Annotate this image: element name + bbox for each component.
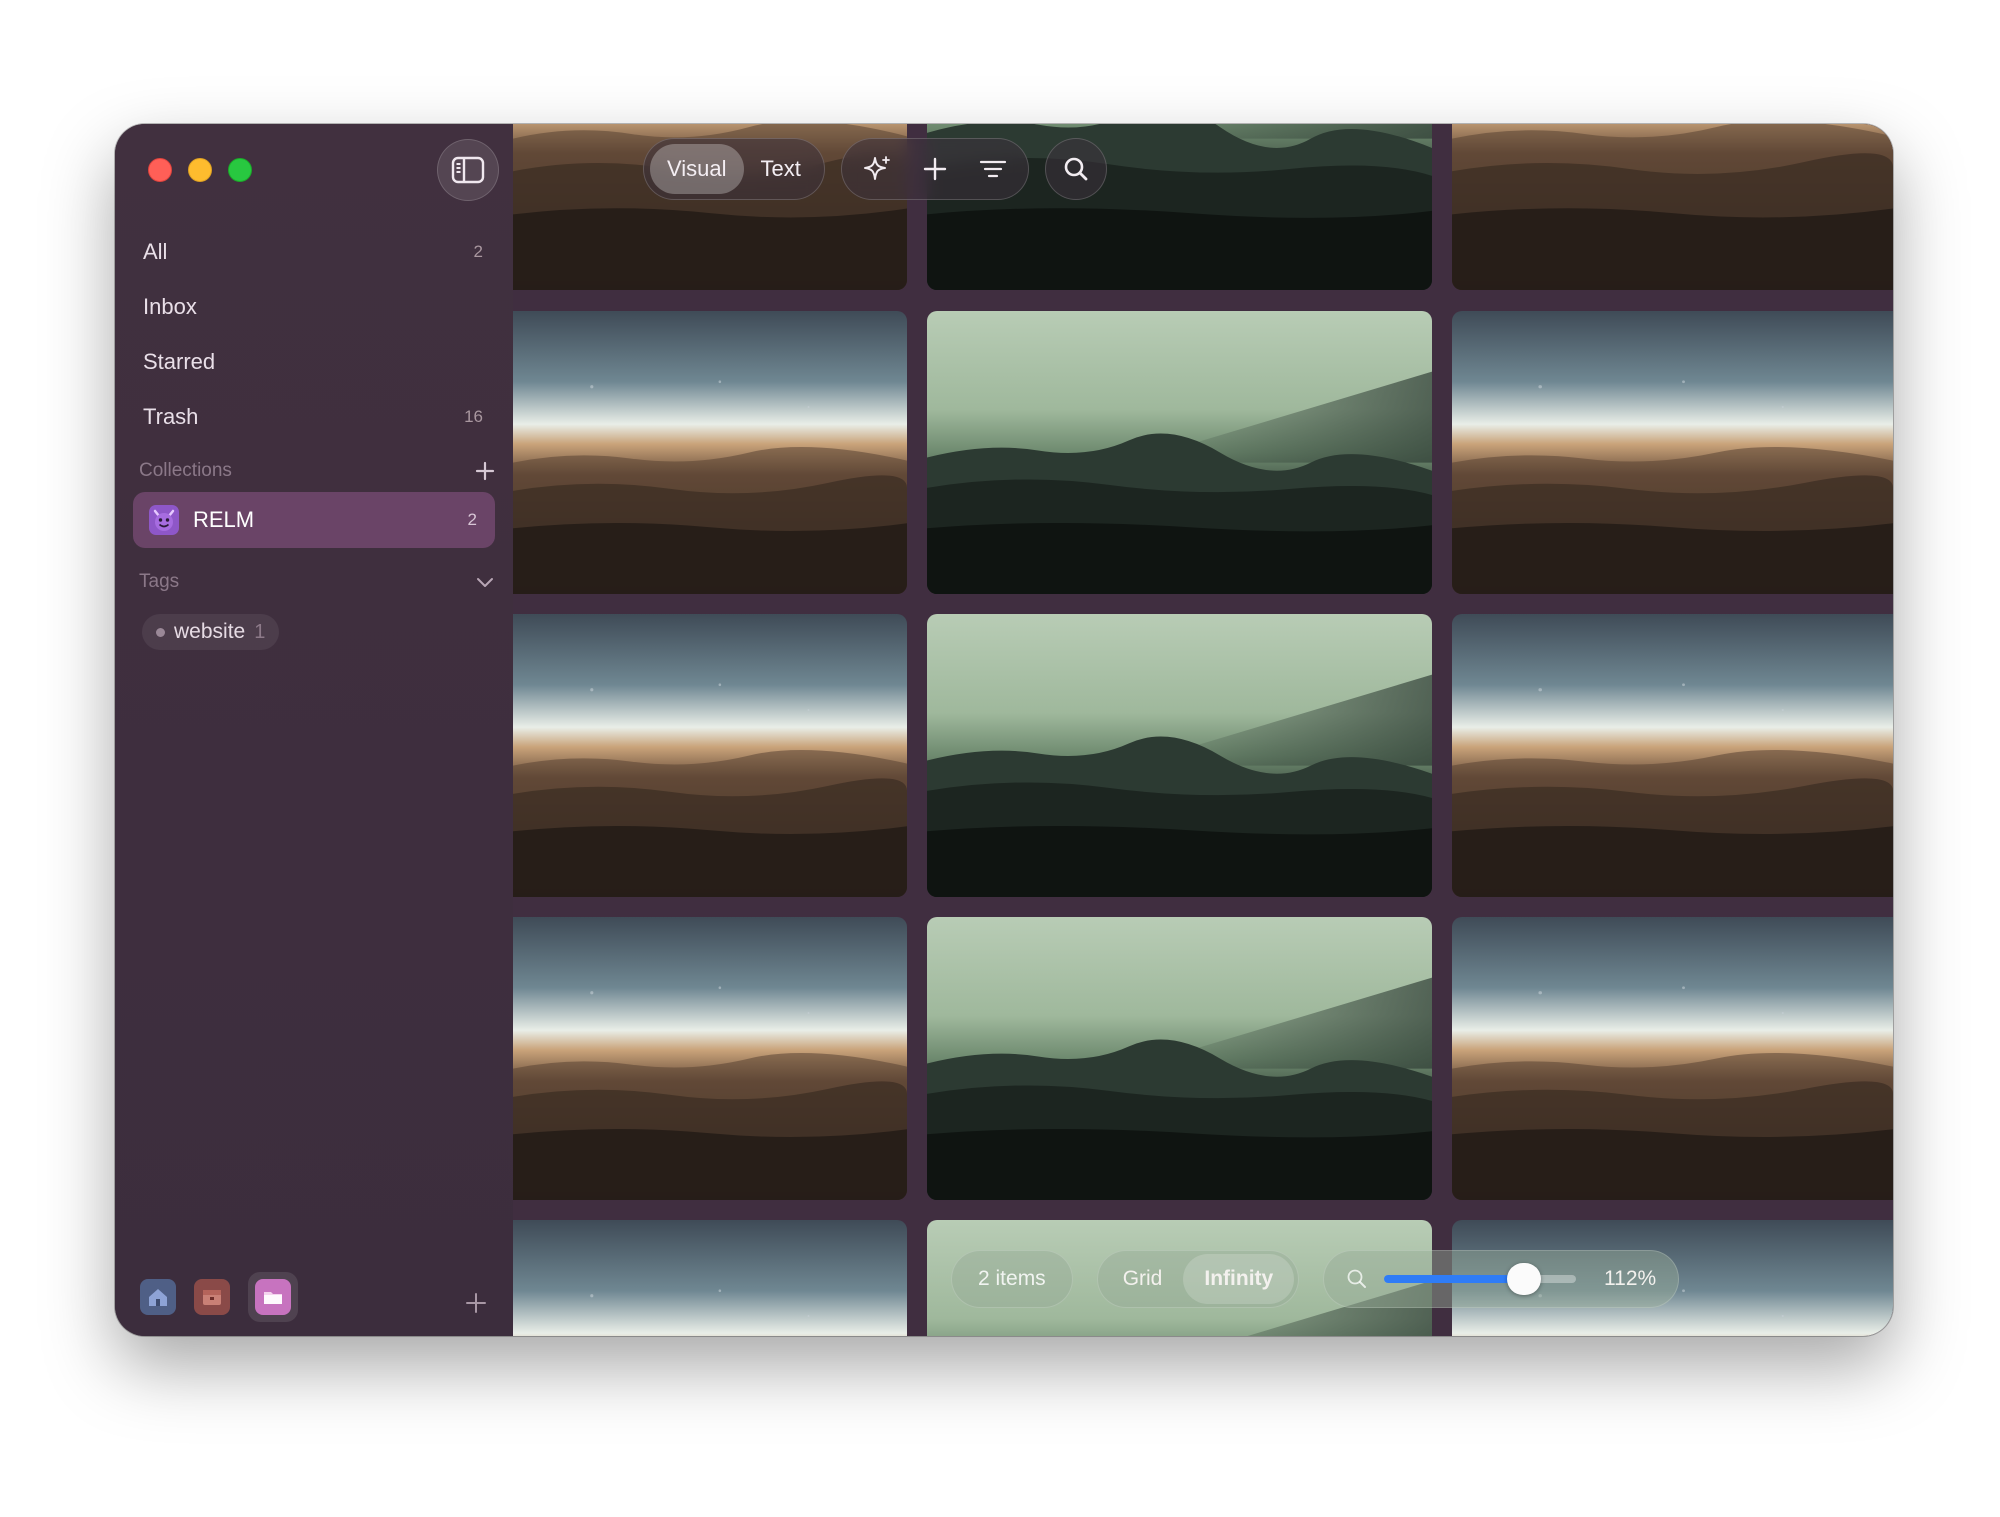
sidebar-item-count: 16 bbox=[464, 406, 483, 426]
image-tile[interactable] bbox=[513, 1220, 907, 1336]
sidebar: All 2 Inbox Starred Trash 16 Collections bbox=[115, 124, 513, 1336]
infinity-view-button[interactable]: Infinity bbox=[1183, 1254, 1295, 1304]
plus-icon bbox=[923, 157, 947, 181]
image-tile[interactable] bbox=[1452, 614, 1893, 897]
maximize-window-button[interactable] bbox=[228, 158, 252, 182]
image-tile[interactable] bbox=[1452, 917, 1893, 1200]
landscape-image bbox=[513, 614, 907, 897]
actions-group bbox=[840, 138, 1029, 200]
tag-count: 1 bbox=[254, 620, 266, 643]
plus-icon[interactable] bbox=[475, 461, 495, 481]
mode-switcher: Visual Text bbox=[643, 138, 825, 200]
sidebar-item-starred[interactable]: Starred bbox=[133, 334, 495, 389]
search-icon bbox=[1064, 157, 1088, 181]
zoom-control: 112% bbox=[1323, 1250, 1680, 1308]
image-tile[interactable] bbox=[927, 917, 1432, 1200]
sidebar-item-label: All bbox=[143, 238, 168, 264]
collection-count: 2 bbox=[467, 510, 477, 529]
sparkle-button[interactable] bbox=[848, 144, 906, 194]
visual-mode-button[interactable]: Visual bbox=[650, 144, 744, 194]
image-tile[interactable] bbox=[1452, 311, 1893, 594]
sidebar-icon bbox=[451, 156, 485, 184]
landscape-image bbox=[1452, 917, 1893, 1200]
close-window-button[interactable] bbox=[148, 158, 172, 182]
grid-view-button[interactable]: Grid bbox=[1102, 1254, 1184, 1304]
filter-button[interactable] bbox=[964, 144, 1022, 194]
sidebar-item-count: 2 bbox=[473, 241, 483, 261]
sidebar-item-label: Inbox bbox=[143, 293, 197, 319]
sidebar-item-label: Trash bbox=[143, 403, 199, 429]
image-tile[interactable] bbox=[513, 917, 907, 1200]
plus-icon[interactable] bbox=[465, 1292, 487, 1314]
search-button[interactable] bbox=[1044, 138, 1107, 200]
collections-heading: Collections bbox=[139, 460, 232, 481]
image-tile[interactable] bbox=[1452, 124, 1893, 290]
landscape-image bbox=[927, 917, 1432, 1200]
landscape-image bbox=[927, 614, 1432, 897]
sidebar-item-inbox[interactable]: Inbox bbox=[133, 279, 495, 334]
tag-website[interactable]: website 1 bbox=[142, 614, 280, 650]
landscape-image bbox=[927, 311, 1432, 594]
zoom-level-text: 112% bbox=[1604, 1267, 1657, 1290]
landscape-image bbox=[1452, 614, 1893, 897]
tags-heading: Tags bbox=[139, 571, 180, 592]
toolbar: Visual Text bbox=[643, 138, 1107, 200]
tags-section-header[interactable]: Tags bbox=[139, 571, 495, 593]
collection-item-relm[interactable]: RELM 2 bbox=[133, 492, 495, 548]
window-controls bbox=[148, 158, 252, 182]
sidebar-nav: All 2 Inbox Starred Trash 16 bbox=[133, 224, 495, 444]
zoom-slider-knob[interactable] bbox=[1507, 1263, 1542, 1295]
collections-section-header: Collections bbox=[139, 460, 495, 482]
zoom-icon bbox=[1347, 1269, 1367, 1288]
app-window: All 2 Inbox Starred Trash 16 Collections bbox=[115, 124, 1893, 1336]
view-switcher: Grid Infinity bbox=[1096, 1250, 1300, 1308]
landscape-image bbox=[513, 1220, 907, 1336]
landscape-image bbox=[513, 311, 907, 594]
sidebar-item-trash[interactable]: Trash 16 bbox=[133, 389, 495, 444]
sidebar-bottom-bar bbox=[140, 1272, 298, 1322]
add-button[interactable] bbox=[906, 144, 964, 194]
sidebar-item-all[interactable]: All 2 bbox=[133, 224, 495, 279]
folder-tab[interactable] bbox=[248, 1272, 298, 1322]
sparkle-icon bbox=[863, 156, 890, 180]
sidebar-item-label: Starred bbox=[143, 348, 216, 374]
devil-emoji-icon bbox=[149, 505, 179, 535]
bottom-bar: 2 items Grid Infinity 112% bbox=[951, 1250, 1680, 1308]
item-count: 2 items bbox=[951, 1250, 1073, 1308]
text-mode-button[interactable]: Text bbox=[744, 144, 818, 194]
image-grid bbox=[513, 124, 1893, 1336]
home-icon[interactable] bbox=[140, 1279, 176, 1315]
image-tile[interactable] bbox=[927, 311, 1432, 594]
image-tile[interactable] bbox=[513, 311, 907, 594]
image-tile[interactable] bbox=[513, 614, 907, 897]
collection-name: RELM bbox=[193, 507, 255, 532]
folder-icon bbox=[255, 1279, 291, 1315]
landscape-image bbox=[513, 917, 907, 1200]
landscape-image bbox=[1452, 124, 1893, 290]
zoom-slider-fill bbox=[1384, 1275, 1525, 1283]
chevron-down-icon[interactable] bbox=[475, 575, 495, 589]
filter-icon bbox=[979, 160, 1006, 178]
tag-name: website bbox=[174, 620, 246, 643]
tag-dot-icon bbox=[156, 627, 165, 637]
image-tile[interactable] bbox=[927, 614, 1432, 897]
minimize-window-button[interactable] bbox=[188, 158, 212, 182]
toggle-sidebar-button[interactable] bbox=[437, 139, 499, 201]
zoom-slider[interactable] bbox=[1384, 1263, 1577, 1295]
box-icon[interactable] bbox=[194, 1279, 230, 1315]
landscape-image bbox=[1452, 311, 1893, 594]
